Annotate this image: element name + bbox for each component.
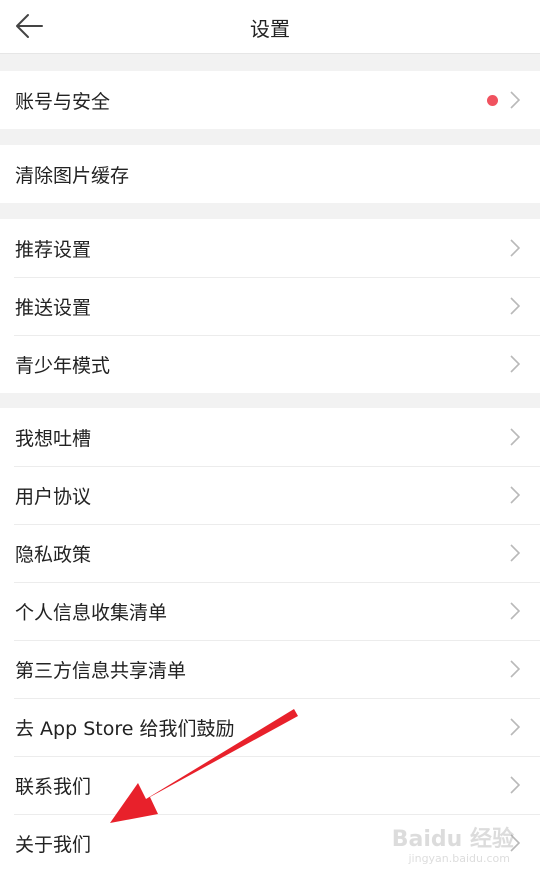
setting-row-privacy-policy[interactable]: 隐私政策 (0, 524, 540, 582)
nav-bar: 设置 (0, 0, 540, 54)
setting-row-account-security[interactable]: 账号与安全 (0, 71, 540, 129)
setting-row-label: 账号与安全 (15, 91, 111, 113)
section-about: 我想吐槽 用户协议 隐私政策 个人信息收集清单 第三方信息共享清单 去 App … (0, 408, 540, 872)
chevron-right-icon (510, 544, 520, 562)
chevron-right-icon (510, 355, 520, 373)
chevron-right-icon (510, 239, 520, 257)
chevron-right-icon (510, 718, 520, 736)
setting-row-contact-us[interactable]: 联系我们 (0, 756, 540, 814)
red-dot-badge (487, 95, 498, 106)
watermark-url: jingyan.baidu.com (408, 852, 510, 865)
setting-row-label: 隐私政策 (15, 544, 92, 566)
setting-row-label: 第三方信息共享清单 (15, 660, 187, 682)
setting-row-label: 我想吐槽 (15, 428, 92, 450)
setting-row-user-agreement[interactable]: 用户协议 (0, 466, 540, 524)
setting-row-label: 去 App Store 给我们鼓励 (15, 718, 235, 740)
setting-row-clear-image-cache[interactable]: 清除图片缓存 (0, 145, 540, 203)
setting-row-third-party-sharing-list[interactable]: 第三方信息共享清单 (0, 640, 540, 698)
chevron-right-icon (510, 660, 520, 678)
setting-row-rate-on-app-store[interactable]: 去 App Store 给我们鼓励 (0, 698, 540, 756)
setting-row-label: 关于我们 (15, 834, 92, 856)
section-account: 账号与安全 (0, 71, 540, 129)
chevron-right-icon (510, 297, 520, 315)
setting-row-label: 青少年模式 (15, 355, 111, 377)
setting-row-label: 用户协议 (15, 486, 92, 508)
setting-row-feedback[interactable]: 我想吐槽 (0, 408, 540, 466)
watermark-logo: Baidu 经验 (391, 827, 514, 852)
setting-row-label: 推送设置 (15, 297, 92, 319)
page-title: 设置 (250, 17, 290, 41)
setting-row-label: 清除图片缓存 (15, 165, 130, 187)
chevron-right-icon (510, 428, 520, 446)
setting-row-personal-info-list[interactable]: 个人信息收集清单 (0, 582, 540, 640)
setting-row-label: 个人信息收集清单 (15, 602, 168, 624)
setting-row-label: 联系我们 (15, 776, 92, 798)
section-cache: 清除图片缓存 (0, 145, 540, 203)
setting-row-label: 推荐设置 (15, 239, 92, 261)
chevron-right-icon (510, 486, 520, 504)
section-preferences: 推荐设置 推送设置 青少年模式 (0, 219, 540, 393)
setting-row-push-settings[interactable]: 推送设置 (0, 277, 540, 335)
setting-row-recommend-settings[interactable]: 推荐设置 (0, 219, 540, 277)
chevron-right-icon (510, 91, 520, 109)
chevron-right-icon (510, 776, 520, 794)
chevron-right-icon (510, 602, 520, 620)
setting-row-teen-mode[interactable]: 青少年模式 (0, 335, 540, 393)
